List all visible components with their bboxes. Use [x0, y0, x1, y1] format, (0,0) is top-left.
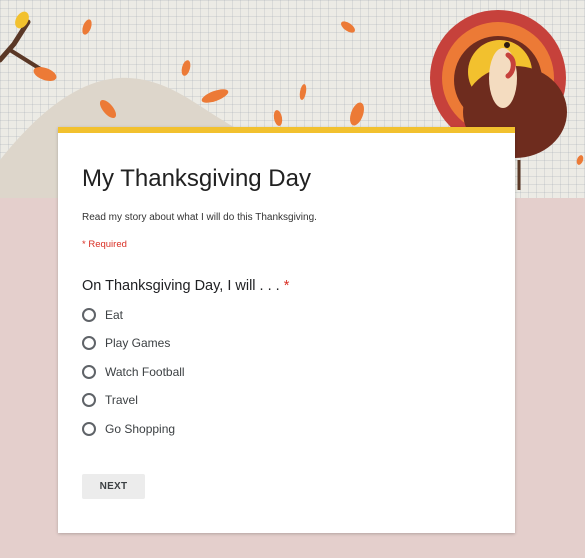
tree-branch-icon — [0, 11, 57, 81]
option-label: Watch Football — [105, 365, 185, 379]
option-label: Travel — [105, 393, 138, 407]
required-note: * Required — [82, 239, 127, 250]
radio-option-travel[interactable]: Travel — [82, 390, 138, 410]
form-card: My Thanksgiving Day Read my story about … — [58, 127, 515, 533]
form-title: My Thanksgiving Day — [82, 165, 311, 192]
option-label: Go Shopping — [105, 422, 176, 436]
question-text: On Thanksgiving Day, I will . . . — [82, 278, 280, 294]
radio-button[interactable] — [82, 308, 96, 322]
radio-button[interactable] — [82, 336, 96, 350]
required-star: * — [283, 278, 290, 294]
form-description: Read my story about what I will do this … — [82, 212, 317, 223]
radio-button[interactable] — [82, 393, 96, 407]
option-label: Play Games — [105, 336, 171, 350]
radio-option-eat[interactable]: Eat — [82, 305, 123, 325]
radio-button[interactable] — [82, 365, 96, 379]
radio-option-watch-football[interactable]: Watch Football — [82, 362, 185, 382]
radio-option-go-shopping[interactable]: Go Shopping — [82, 419, 175, 439]
option-label: Eat — [105, 308, 124, 322]
next-button[interactable]: NEXT — [82, 474, 145, 499]
radio-option-play-games[interactable]: Play Games — [82, 333, 170, 353]
question-title: On Thanksgiving Day, I will . . . * — [82, 276, 289, 296]
radio-button[interactable] — [82, 422, 96, 436]
